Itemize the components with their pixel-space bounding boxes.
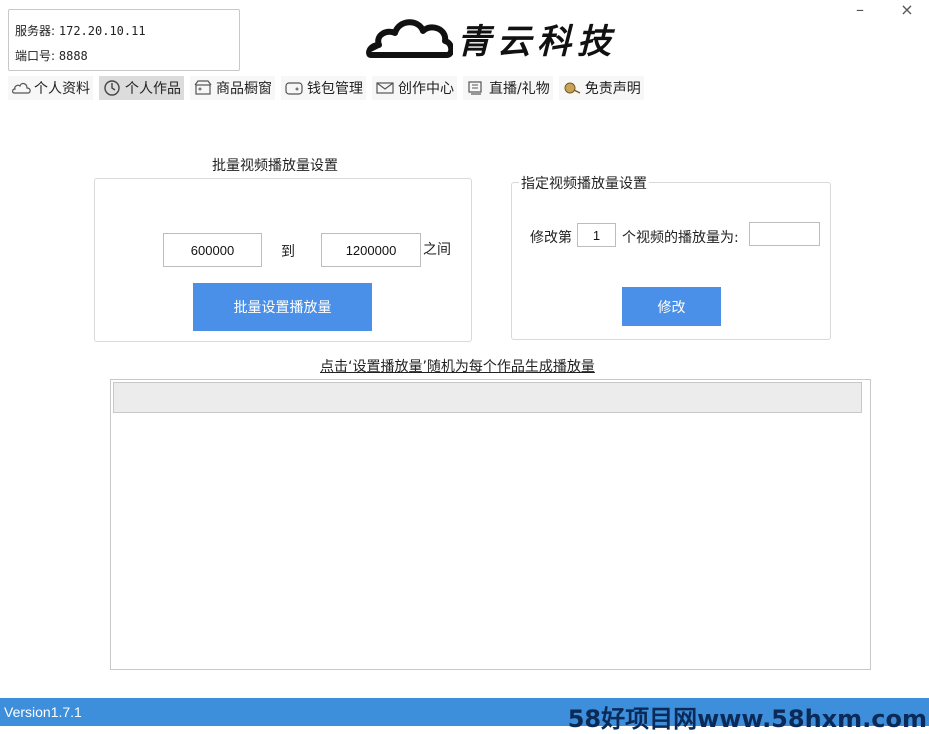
server-value: 172.20.10.11	[58, 24, 146, 38]
modify-prefix-label: 修改第	[530, 230, 572, 246]
shop-icon	[193, 79, 213, 97]
server-line: 服务器: 172.20.10.11	[15, 22, 146, 39]
port-line: 端口号: 8888	[15, 47, 88, 64]
works-list-header	[113, 382, 862, 413]
modify-button[interactable]: 修改	[622, 287, 721, 326]
range-between-label: 之间	[423, 242, 451, 258]
tab-disclaimer[interactable]: 免责声明	[558, 76, 644, 100]
single-video-title: 指定视频播放量设置	[519, 173, 649, 193]
play-count-label: 个视频的播放量为:	[622, 230, 739, 246]
version-label: Version1.7.1	[4, 704, 82, 720]
wallet-icon	[284, 79, 304, 97]
tab-label: 个人资料	[34, 81, 90, 97]
mail-icon	[375, 79, 395, 97]
tab-shop-window[interactable]: 商品橱窗	[190, 76, 275, 100]
tab-label: 免责声明	[584, 81, 641, 97]
port-value: 8888	[58, 49, 88, 63]
play-count-input[interactable]	[749, 222, 820, 246]
server-info-box: 服务器: 172.20.10.11 端口号: 8888	[8, 9, 240, 71]
tab-label: 商品橱窗	[216, 81, 272, 97]
tab-works[interactable]: 个人作品	[99, 76, 184, 100]
batch-settings-title: 批量视频播放量设置	[212, 158, 338, 174]
works-list[interactable]	[110, 379, 871, 670]
lion-icon	[562, 79, 582, 97]
tab-live-gifts[interactable]: 直播/礼物	[463, 76, 553, 100]
tab-creation-center[interactable]: 创作中心	[372, 76, 457, 100]
brand-logo: 青云科技	[365, 12, 617, 64]
close-button[interactable]: ×	[894, 0, 920, 20]
brand-name: 青云科技	[457, 21, 617, 62]
cloud-icon	[11, 79, 31, 97]
cloud-logo-icon	[366, 19, 453, 58]
monitor-icon	[466, 79, 486, 97]
server-label: 服务器:	[15, 24, 56, 38]
clock-icon	[102, 79, 122, 97]
min-plays-input[interactable]	[163, 233, 262, 267]
tab-label: 创作中心	[398, 81, 454, 97]
tab-label: 个人作品	[125, 81, 181, 97]
watermark: 58好项目网www.58hxm.com	[567, 705, 927, 733]
minimize-button[interactable]: –	[847, 0, 873, 20]
tab-wallet[interactable]: 钱包管理	[281, 76, 366, 100]
tab-label: 直播/礼物	[489, 81, 550, 97]
tab-bar: 个人资料 个人作品 商品橱窗 钱包管理 创作中心 直播/礼物 免责声明	[8, 75, 644, 101]
hint-text: 点击‘设置播放量’随机为每个作品生成播放量	[320, 359, 595, 375]
range-to-label: 到	[281, 244, 295, 260]
port-label: 端口号:	[15, 49, 56, 63]
batch-set-plays-button[interactable]: 批量设置播放量	[193, 283, 372, 331]
max-plays-input[interactable]	[321, 233, 421, 267]
video-index-input[interactable]	[577, 223, 616, 247]
tab-label: 钱包管理	[307, 81, 363, 97]
tab-profile[interactable]: 个人资料	[8, 76, 93, 100]
